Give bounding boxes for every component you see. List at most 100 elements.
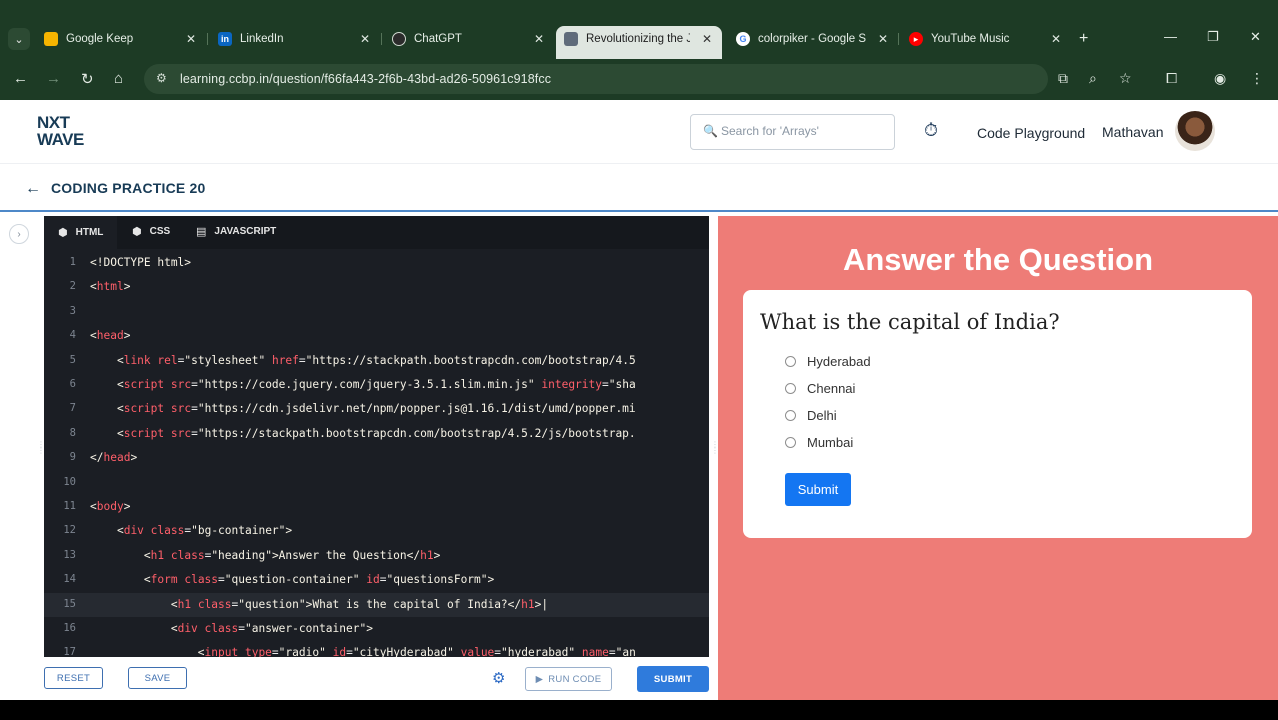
code-line[interactable]: 9 </head>	[44, 446, 709, 470]
back-icon[interactable]: ←	[13, 70, 28, 87]
tab-title: Revolutionizing the J	[586, 32, 690, 45]
code-text: <input type="radio" id="cityHyderabad" v…	[197, 646, 636, 657]
site-settings-icon[interactable]: ⚙	[156, 71, 167, 85]
reset-button[interactable]: RESET	[44, 667, 103, 689]
bookmark-star-icon[interactable]: ☆	[1119, 70, 1132, 87]
radio-button[interactable]	[785, 383, 796, 394]
line-number: 10	[63, 475, 76, 488]
username[interactable]: Mathavan	[1102, 124, 1163, 140]
line-number: 4	[69, 329, 76, 342]
line-number: 17	[63, 646, 76, 657]
profile-icon[interactable]: ◉	[1214, 70, 1226, 87]
code-line[interactable]: 10	[44, 471, 709, 495]
option-mumbai[interactable]: Mumbai	[785, 435, 853, 450]
tab-youtube-music[interactable]: ▸ YouTube Music ✕	[909, 27, 1071, 51]
tab-separator	[898, 33, 899, 45]
install-app-icon[interactable]: ⧉	[1058, 70, 1068, 87]
search-input[interactable]	[721, 124, 886, 138]
code-playground-link[interactable]: Code Playground	[977, 125, 1085, 141]
menu-icon[interactable]: ⋮	[1250, 70, 1264, 87]
line-number: 8	[69, 426, 76, 439]
search-box[interactable]: 🔍	[690, 114, 895, 150]
code-text: <div class="answer-container">	[170, 622, 373, 635]
code-line[interactable]: 5 <link rel="stylesheet" href="https://s…	[44, 349, 709, 373]
code-text: <script src="https://cdn.jsdelivr.net/np…	[116, 402, 636, 416]
run-code-button[interactable]: ▶ RUN CODE	[525, 667, 612, 691]
close-icon[interactable]: ✕	[878, 32, 888, 46]
code-line[interactable]: 6 <script src="https://code.jquery.com/j…	[44, 373, 709, 397]
option-chennai[interactable]: Chennai	[785, 381, 855, 396]
home-icon[interactable]: ⌂	[114, 70, 123, 87]
url-text: learning.ccbp.in/question/f66fa443-2f6b-…	[180, 72, 552, 86]
tab-chatgpt[interactable]: ChatGPT ✕	[392, 27, 554, 51]
line-number: 7	[69, 402, 76, 415]
code-line[interactable]: 17 <input type="radio" id="cityHyderabad…	[44, 641, 709, 657]
practice-subheader: ← CODING PRACTICE 20	[0, 164, 1278, 212]
close-icon[interactable]: ✕	[1051, 32, 1061, 46]
tab-revolutionizing[interactable]: Revolutionizing the J ✕	[556, 26, 722, 59]
zoom-icon[interactable]: ⌕	[1089, 70, 1097, 87]
save-button[interactable]: SAVE	[128, 667, 187, 689]
code-line[interactable]: 3	[44, 300, 709, 324]
close-icon[interactable]: ✕	[360, 32, 370, 46]
address-bar[interactable]: ⚙ learning.ccbp.in/question/f66fa443-2f6…	[144, 64, 1048, 94]
google-icon: G	[736, 32, 750, 46]
submit-button[interactable]: SUBMIT	[637, 666, 709, 692]
code-line[interactable]: 4 <head>	[44, 324, 709, 348]
code-area[interactable]: 1 <!DOCTYPE html> 2 <html> 3 4 <head> 5 <link r…	[44, 249, 709, 657]
nxtwave-logo[interactable]: NXT WAVE	[37, 114, 107, 150]
code-line[interactable]: 8 <script src="https://stackpath.bootstr…	[44, 422, 709, 446]
chatgpt-icon	[392, 32, 406, 46]
close-icon[interactable]: ✕	[186, 32, 196, 46]
code-text: <h1 class="question">What is the capital…	[170, 597, 549, 611]
line-number: 12	[63, 524, 76, 537]
tab-html[interactable]: ⬢ HTML	[44, 216, 118, 249]
minimize-icon[interactable]: —	[1164, 29, 1177, 44]
code-line[interactable]: 15 <h1 class="question">What is the capi…	[44, 592, 709, 617]
option-hyderabad[interactable]: Hyderabad	[785, 354, 871, 369]
code-line[interactable]: 11 <body>	[44, 495, 709, 519]
close-icon[interactable]: ✕	[534, 32, 544, 46]
code-line[interactable]: 7 <script src="https://cdn.jsdelivr.net/…	[44, 397, 709, 421]
radio-button[interactable]	[785, 410, 796, 421]
code-line[interactable]: 1 <!DOCTYPE html>	[44, 251, 709, 275]
new-tab-icon[interactable]: +	[1079, 30, 1088, 48]
editor-actions: RESET SAVE ⚙ ▶ RUN CODE SUBMIT	[0, 657, 718, 700]
line-number: 14	[63, 573, 76, 586]
code-text: <body>	[90, 500, 131, 513]
tab-css[interactable]: ⬢ CSS	[132, 225, 170, 238]
code-line[interactable]: 13 <h1 class="heading">Answer the Questi…	[44, 544, 709, 568]
line-number: 16	[63, 622, 76, 634]
forward-icon[interactable]: →	[46, 70, 61, 87]
code-line[interactable]: 2 <html>	[44, 275, 709, 299]
code-line[interactable]: 14 <form class="question-container" id="…	[44, 568, 709, 592]
window-close-icon[interactable]: ✕	[1250, 29, 1261, 45]
preview-submit-button[interactable]: Submit	[785, 473, 851, 506]
radio-button[interactable]	[785, 356, 796, 367]
timer-icon[interactable]: ⏱	[924, 120, 944, 142]
code-line[interactable]: 12 <div class="bg-container">	[44, 519, 709, 543]
code-text: <head>	[90, 329, 131, 343]
chevron-right-icon[interactable]: ›	[9, 224, 29, 244]
radio-button[interactable]	[785, 437, 796, 448]
tab-colorpiker[interactable]: G colorpiker - Google S ✕	[736, 27, 898, 51]
page: NXT WAVE 🔍 ⏱ Code Playground Mathavan ← …	[0, 100, 1278, 700]
tab-javascript[interactable]: ▤ JAVASCRIPT	[196, 225, 276, 238]
reload-icon[interactable]: ↻	[81, 70, 94, 88]
restore-icon[interactable]: ❐	[1207, 29, 1219, 45]
line-number: 5	[69, 353, 76, 366]
close-icon[interactable]: ✕	[702, 32, 712, 46]
site-header: NXT WAVE 🔍 ⏱ Code Playground Mathavan	[0, 100, 1278, 164]
tab-linkedin[interactable]: in LinkedIn ✕	[218, 27, 380, 51]
tab-search-chevron-icon[interactable]: ⌄	[8, 28, 30, 50]
option-delhi[interactable]: Delhi	[785, 408, 837, 423]
gear-icon[interactable]: ⚙	[492, 669, 505, 687]
tab-title: YouTube Music	[931, 33, 1010, 45]
tab-separator	[207, 33, 208, 45]
tab-google-keep[interactable]: Google Keep ✕	[44, 27, 206, 51]
editor-tabs: ⬢ HTML ⬢ CSS ▤ JAVASCRIPT	[44, 216, 709, 249]
extensions-icon[interactable]: ⧠	[1166, 70, 1177, 87]
code-line[interactable]: 16 <div class="answer-container">	[44, 617, 709, 641]
avatar[interactable]	[1175, 111, 1215, 151]
back-arrow-icon[interactable]: ←	[25, 180, 41, 198]
